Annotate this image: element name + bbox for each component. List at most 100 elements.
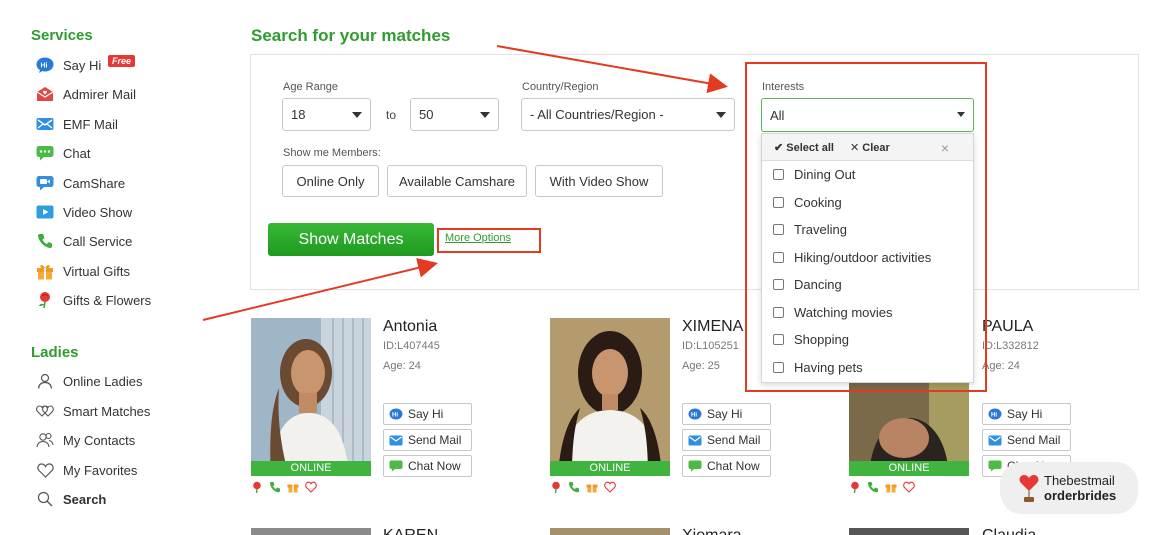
profile-photo[interactable] xyxy=(849,528,969,535)
svg-text:Hi: Hi xyxy=(392,413,398,419)
watermark-logo: Thebestmail orderbrides xyxy=(1000,462,1138,514)
sidebar-item-my-contacts[interactable]: My Contacts xyxy=(36,428,135,452)
camshare-icon xyxy=(36,174,54,192)
gift-icon[interactable] xyxy=(287,481,299,493)
profile-name[interactable]: Xiomara xyxy=(682,527,742,535)
flower-icon[interactable] xyxy=(550,481,562,493)
chat-now-button[interactable]: Chat Now xyxy=(383,455,472,477)
sidebar-item-my-favorites[interactable]: My Favorites xyxy=(36,458,137,482)
phone-icon[interactable] xyxy=(568,481,580,493)
sidebar-item-label: Search xyxy=(63,491,107,507)
chat-now-button[interactable]: Chat Now xyxy=(682,455,771,477)
checkbox[interactable] xyxy=(773,196,784,208)
profile-photo[interactable] xyxy=(550,528,670,535)
online-only-button[interactable]: Online Only xyxy=(282,165,379,197)
sidebar-item-virtual-gifts[interactable]: Virtual Gifts xyxy=(36,259,130,283)
sidebar-item-camshare[interactable]: CamShare xyxy=(36,171,125,195)
profile-age: Age: 25 xyxy=(682,360,720,372)
gift-icon[interactable] xyxy=(586,481,598,493)
chevron-down-icon xyxy=(716,112,726,118)
sidebar-item-video-show[interactable]: Video Show xyxy=(36,200,132,224)
profile-name[interactable]: Antonia xyxy=(383,318,437,336)
mail-icon xyxy=(688,434,702,446)
profile-name[interactable]: KAREN xyxy=(383,527,438,535)
sidebar-item-emf-mail[interactable]: EMF Mail xyxy=(36,112,118,136)
interest-option[interactable]: Watching movies xyxy=(762,299,973,327)
profile-name[interactable]: XIMENA xyxy=(682,318,743,336)
sidebar-item-chat[interactable]: Chat xyxy=(36,141,90,165)
online-status: ONLINE xyxy=(849,461,969,476)
interest-option[interactable]: Traveling xyxy=(762,216,973,244)
age-to-select[interactable]: 50 xyxy=(410,98,499,131)
interest-label: Hiking/outdoor activities xyxy=(794,249,932,265)
interest-option[interactable]: Shopping xyxy=(762,326,973,354)
interest-option[interactable]: Cooking xyxy=(762,189,973,217)
interest-option[interactable]: Dining Out xyxy=(762,161,973,189)
chat-icon xyxy=(688,460,702,472)
checkbox[interactable] xyxy=(773,224,784,236)
heart-plus-icon[interactable] xyxy=(604,481,616,493)
send-mail-label: Send Mail xyxy=(707,433,761,447)
flower-icon xyxy=(36,291,54,309)
gift-icon[interactable] xyxy=(885,481,897,493)
with-video-show-button[interactable]: With Video Show xyxy=(535,165,663,197)
sidebar-item-say-hi[interactable]: Hi Say Hi xyxy=(36,53,101,77)
hearts-icon xyxy=(36,402,54,420)
watermark-line2: orderbrides xyxy=(1044,488,1117,503)
age-from-value: 18 xyxy=(291,107,306,122)
sidebar-item-search[interactable]: Search xyxy=(36,487,106,511)
select-all-button[interactable]: ✔ Select all xyxy=(774,141,834,154)
admirer-mail-icon xyxy=(36,85,54,103)
mail-icon xyxy=(389,434,403,446)
checkbox[interactable] xyxy=(773,251,784,263)
heart-plus-icon[interactable] xyxy=(305,481,317,493)
available-camshare-button[interactable]: Available Camshare xyxy=(387,165,527,197)
profile-photo[interactable]: ONLINE xyxy=(251,318,371,476)
interest-option[interactable]: Dancing xyxy=(762,271,973,299)
heart-plus-icon[interactable] xyxy=(903,481,915,493)
sidebar-item-admirer-mail[interactable]: Admirer Mail xyxy=(36,82,136,106)
checkbox[interactable] xyxy=(773,334,784,346)
checkbox[interactable] xyxy=(773,361,784,373)
profile-name[interactable]: Claudia xyxy=(982,527,1036,535)
close-icon[interactable]: × xyxy=(941,140,949,156)
country-select[interactable]: - All Countries/Region - xyxy=(521,98,735,131)
country-value: - All Countries/Region - xyxy=(530,107,664,122)
say-hi-icon: Hi xyxy=(389,408,403,420)
chevron-down-icon xyxy=(352,112,362,118)
profile-photo[interactable]: ONLINE xyxy=(550,318,670,476)
say-hi-label: Say Hi xyxy=(408,407,444,421)
send-mail-button[interactable]: Send Mail xyxy=(682,429,771,451)
checkbox[interactable] xyxy=(773,279,784,291)
flower-icon[interactable] xyxy=(849,481,861,493)
send-mail-label: Send Mail xyxy=(1007,433,1061,447)
profile-id: ID:L332812 xyxy=(982,340,1039,352)
sidebar-item-online-ladies[interactable]: Online Ladies xyxy=(36,369,143,393)
show-matches-button[interactable]: Show Matches xyxy=(268,223,434,256)
send-mail-button[interactable]: Send Mail xyxy=(383,429,472,451)
sidebar-item-label: Video Show xyxy=(63,204,133,220)
sidebar-item-smart-matches[interactable]: Smart Matches xyxy=(36,399,150,423)
interest-option[interactable]: Hiking/outdoor activities xyxy=(762,244,973,272)
interest-label: Cooking xyxy=(794,194,842,210)
sidebar-item-gifts-flowers[interactable]: Gifts & Flowers xyxy=(36,288,151,312)
say-hi-button[interactable]: Hi Say Hi xyxy=(982,403,1071,425)
highlight-box-more-options xyxy=(437,228,541,253)
mail-icon xyxy=(36,115,54,133)
checkbox[interactable] xyxy=(773,306,784,318)
say-hi-button[interactable]: Hi Say Hi xyxy=(682,403,771,425)
sidebar-item-label: Virtual Gifts xyxy=(63,263,130,279)
interest-option[interactable]: Having pets xyxy=(762,354,973,382)
flower-icon[interactable] xyxy=(251,481,263,493)
phone-icon[interactable] xyxy=(867,481,879,493)
profile-photo[interactable] xyxy=(251,528,371,535)
say-hi-button[interactable]: Hi Say Hi xyxy=(383,403,472,425)
sidebar-item-call-service[interactable]: Call Service xyxy=(36,229,132,253)
phone-icon[interactable] xyxy=(269,481,281,493)
clear-button[interactable]: ✕ Clear xyxy=(850,141,890,154)
profile-name[interactable]: PAULA xyxy=(982,318,1033,336)
chat-icon xyxy=(389,460,403,472)
checkbox[interactable] xyxy=(773,169,784,181)
age-from-select[interactable]: 18 xyxy=(282,98,371,131)
send-mail-button[interactable]: Send Mail xyxy=(982,429,1071,451)
